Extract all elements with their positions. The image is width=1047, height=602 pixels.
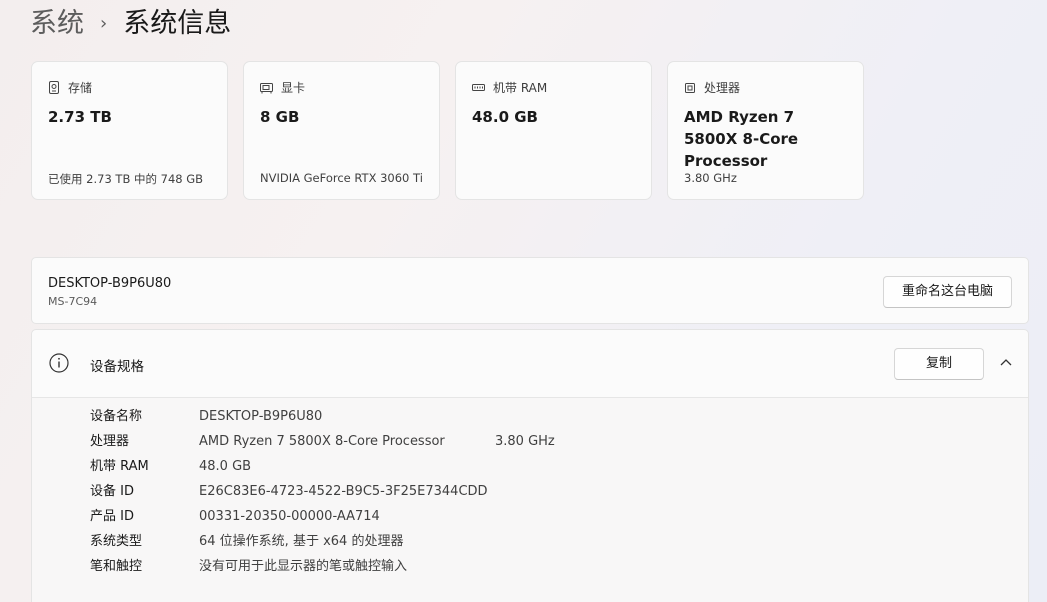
cpu-card-value: AMD Ryzen 7 5800X 8-Core Processor	[684, 108, 799, 170]
gpu-card[interactable]: 显卡 8 GB NVIDIA GeForce RTX 3060 Ti	[243, 61, 440, 200]
device-specs-header[interactable]: 设备规格 复制	[32, 330, 1028, 398]
gpu-card-value: 8 GB	[260, 108, 300, 126]
storage-card-title: 存储	[68, 81, 93, 95]
spec-value: 没有可用于此显示器的笔或触控输入	[199, 559, 408, 574]
device-specs-panel: 设备规格 复制 设备名称 DESKTOP-B9P6U80 处理器 AMD Ryz…	[31, 329, 1029, 602]
spec-value: 64 位操作系统, 基于 x64 的处理器	[199, 534, 404, 549]
ram-card-title: 机带 RAM	[493, 81, 548, 95]
ram-card[interactable]: 机带 RAM 48.0 GB	[455, 61, 652, 200]
cpu-card[interactable]: 处理器 AMD Ryzen 7 5800X 8-Core Processor 3…	[667, 61, 864, 200]
breadcrumb-separator-icon: ›	[100, 13, 108, 34]
gpu-card-header: 显卡	[260, 79, 305, 96]
spec-value: E26C83E6-4723-4522-B9C5-3F25E7344CDD	[199, 484, 488, 499]
spec-value: 00331-20350-00000-AA714	[199, 509, 380, 524]
chevron-up-icon[interactable]	[1000, 358, 1012, 366]
device-model: MS-7C94	[48, 295, 98, 308]
device-specs-body: 设备名称 DESKTOP-B9P6U80 处理器 AMD Ryzen 7 580…	[32, 398, 1028, 602]
spec-value: DESKTOP-B9P6U80	[199, 409, 323, 424]
spec-label: 产品 ID	[90, 509, 134, 524]
spec-label: 笔和触控	[90, 559, 143, 574]
breadcrumb: 系统 › 系统信息	[30, 4, 231, 44]
spec-label: 设备 ID	[90, 484, 134, 499]
device-specs-title: 设备规格	[90, 359, 144, 375]
device-name: DESKTOP-B9P6U80	[48, 276, 172, 291]
spec-label: 设备名称	[90, 409, 143, 424]
spec-value: AMD Ryzen 7 5800X 8-Core Processor	[199, 434, 445, 449]
breadcrumb-system-link[interactable]: 系统	[30, 4, 84, 44]
storage-icon	[49, 81, 59, 94]
spec-extra: 3.80 GHz	[495, 434, 555, 449]
rename-pc-button[interactable]: 重命名这台电脑	[883, 276, 1012, 308]
storage-card[interactable]: 存储 2.73 TB 已使用 2.73 TB 中的 748 GB	[31, 61, 228, 200]
storage-card-value: 2.73 TB	[48, 108, 112, 126]
gpu-card-subtitle: NVIDIA GeForce RTX 3060 Ti	[260, 171, 423, 185]
storage-card-header: 存储	[48, 79, 92, 96]
gpu-card-title: 显卡	[281, 81, 306, 95]
device-name-panel: DESKTOP-B9P6U80 MS-7C94 重命名这台电脑	[31, 257, 1029, 324]
info-icon	[49, 353, 69, 373]
gpu-icon	[260, 82, 273, 93]
cpu-icon	[685, 82, 695, 93]
spec-label: 机带 RAM	[90, 459, 149, 474]
copy-button[interactable]: 复制	[894, 348, 984, 380]
ram-card-header: 机带 RAM	[472, 79, 547, 96]
ram-icon	[472, 83, 485, 91]
storage-card-subtitle: 已使用 2.73 TB 中的 748 GB	[48, 172, 204, 186]
cpu-card-subtitle: 3.80 GHz	[684, 171, 737, 185]
page-title: 系统信息	[123, 8, 232, 39]
cpu-card-title: 处理器	[704, 81, 741, 95]
ram-card-value: 48.0 GB	[472, 108, 538, 126]
spec-label: 系统类型	[90, 534, 143, 549]
spec-value: 48.0 GB	[199, 459, 252, 474]
spec-label: 处理器	[90, 434, 130, 449]
cpu-card-header: 处理器	[684, 79, 740, 96]
